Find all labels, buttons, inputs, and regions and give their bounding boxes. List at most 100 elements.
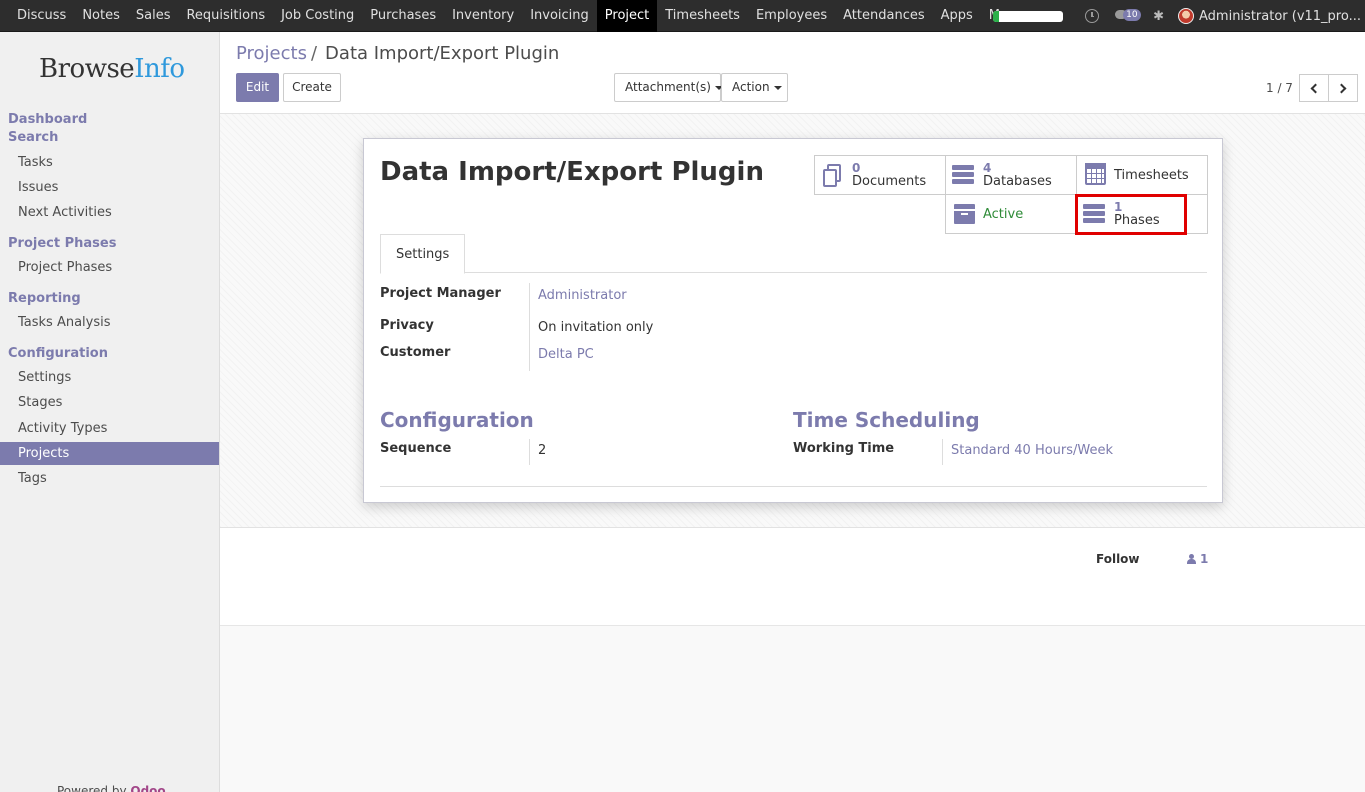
sidebar-item-tasks[interactable]: Tasks: [0, 151, 219, 174]
sidebar-item-project-phases[interactable]: Project Phases: [0, 256, 219, 279]
menu-item-label: Notes: [82, 8, 120, 23]
documents-stat-button[interactable]: 0 Documents: [814, 155, 946, 195]
chat-icon[interactable]: 10: [1115, 8, 1141, 24]
browseinfo-logo[interactable]: BrowseInfo: [39, 54, 185, 84]
menu-item-label: Purchases: [370, 8, 437, 23]
avatar[interactable]: [1178, 8, 1194, 24]
create-button[interactable]: Create: [283, 73, 341, 102]
tab-settings[interactable]: Settings: [380, 234, 466, 274]
customer-value[interactable]: Delta PC: [538, 347, 594, 362]
odoo-link[interactable]: Odoo: [130, 784, 165, 792]
menu-item-sales[interactable]: Sales: [128, 0, 179, 32]
archive-icon: [953, 204, 976, 224]
menu-item-label: Attendances: [843, 8, 925, 23]
databases-count: 4: [983, 161, 992, 175]
menu-item-apps[interactable]: Apps: [933, 0, 981, 32]
databases-stat: 4 Databases: [983, 161, 1052, 189]
menu-item-label: Job Costing: [281, 8, 355, 23]
sequence-value: 2: [538, 443, 547, 458]
databases-stat-button[interactable]: 4 Databases: [945, 155, 1077, 195]
sidebar-section-project-phases[interactable]: Project Phases: [8, 236, 116, 251]
sidebar-section-search[interactable]: Search: [8, 130, 58, 145]
follow-button[interactable]: Follow: [1096, 552, 1140, 566]
phases-stat-button[interactable]: 1 Phases: [1076, 194, 1208, 234]
working-time-label: Working Time: [793, 441, 895, 456]
menu-item-label: Requisitions: [186, 8, 266, 23]
sidebar-item-settings[interactable]: Settings: [0, 366, 219, 389]
active-label: Active: [983, 207, 1024, 222]
systray: 10 ✱ Administrator (v11_pro...: [993, 0, 1365, 32]
followers-button[interactable]: 1: [1187, 552, 1208, 566]
content-background: [220, 626, 1365, 792]
progress-bar[interactable]: [993, 10, 1064, 22]
menu-item-label: Inventory: [452, 8, 515, 23]
sidebar-section-dashboard[interactable]: Dashboard: [8, 112, 87, 127]
progress-fill: [993, 10, 999, 22]
databases-label: Databases: [983, 174, 1052, 189]
main-menu: Discuss Notes Sales Requisitions Job Costing…: [0, 0, 1043, 32]
menu-item-invoicing[interactable]: Invoicing: [522, 0, 597, 32]
sidebar-item-stages[interactable]: Stages: [0, 391, 219, 414]
active-toggle-button[interactable]: Active: [945, 194, 1077, 234]
documents-count: 0: [852, 161, 861, 175]
menu-item-label: Employees: [755, 8, 828, 23]
breadcrumb-projects[interactable]: Projects: [236, 43, 307, 64]
menu-item-notes[interactable]: Notes: [74, 0, 128, 32]
sidebar-item-projects[interactable]: Projects: [0, 442, 219, 465]
timesheets-label: Timesheets: [1114, 168, 1189, 183]
working-time-value[interactable]: Standard 40 Hours/Week: [951, 443, 1113, 458]
privacy-value: On invitation only: [538, 320, 654, 335]
form-sheet: Data Import/Export Plugin 0 Documents 4 Da…: [363, 138, 1223, 503]
caret-down-icon: [773, 85, 782, 90]
chatter: Follow 1: [220, 528, 1365, 626]
pager-previous-button[interactable]: [1299, 74, 1329, 102]
followers-count: 1: [1200, 552, 1209, 566]
timesheets-stat-button[interactable]: Timesheets: [1076, 155, 1208, 195]
calendar-icon: [1085, 163, 1106, 185]
bug-icon[interactable]: ✱: [1153, 9, 1164, 24]
menu-item-job-costing[interactable]: Job Costing: [273, 0, 362, 32]
menu-item-label: Project: [604, 8, 650, 23]
clock-icon[interactable]: [1085, 9, 1100, 23]
phases-count: 1: [1114, 200, 1123, 214]
phases-stat: 1 Phases: [1114, 200, 1160, 228]
action-dropdown[interactable]: Action: [721, 73, 788, 102]
pager-value[interactable]: 1 / 7: [1266, 81, 1293, 95]
sidebar-section-reporting[interactable]: Reporting: [8, 291, 81, 306]
sidebar-item-tags[interactable]: Tags: [0, 467, 219, 490]
control-panel: Projects / Data Import/Export Plugin Edit …: [220, 32, 1365, 114]
sidebar-item-issues[interactable]: Issues: [0, 176, 219, 199]
project-manager-value[interactable]: Administrator: [538, 288, 627, 303]
menu-item-attendances[interactable]: Attendances: [835, 0, 932, 32]
attachments-dropdown[interactable]: Attachment(s): [614, 73, 723, 102]
menu-item-inventory[interactable]: Inventory: [444, 0, 522, 32]
menu-item-project[interactable]: Project: [596, 0, 658, 32]
project-manager-label: Project Manager: [380, 286, 501, 301]
menu-item-timesheets[interactable]: Timesheets: [657, 0, 748, 32]
menu-item-purchases[interactable]: Purchases: [362, 0, 444, 32]
breadcrumb-current: Data Import/Export Plugin: [325, 43, 560, 64]
field-divider: [529, 283, 530, 371]
sidebar: BrowseInfo Dashboard Search Tasks Issues…: [0, 32, 220, 792]
logo-part-info: Info: [134, 54, 185, 84]
menu-item-requisitions[interactable]: Requisitions: [178, 0, 273, 32]
sidebar-item-activity-types[interactable]: Activity Types: [0, 417, 219, 440]
phases-label: Phases: [1114, 213, 1160, 228]
sidebar-item-next-activities[interactable]: Next Activities: [0, 201, 219, 224]
user-menu[interactable]: Administrator (v11_pro...: [1199, 9, 1365, 24]
sidebar-section-configuration[interactable]: Configuration: [8, 346, 108, 361]
sequence-label: Sequence: [380, 441, 452, 456]
logo-part-browse: Browse: [39, 54, 135, 84]
edit-button[interactable]: Edit: [236, 73, 279, 102]
documents-label: Documents: [852, 174, 927, 189]
privacy-label: Privacy: [380, 318, 434, 333]
documents-stat: 0 Documents: [852, 161, 926, 189]
menu-item-label: Timesheets: [665, 8, 740, 23]
pager-next-button[interactable]: [1328, 74, 1358, 102]
notebook-tabs: Settings: [380, 234, 1207, 274]
menu-item-employees[interactable]: Employees: [748, 0, 835, 32]
menu-item-discuss[interactable]: Discuss: [0, 0, 74, 32]
chevron-right-icon: [1336, 83, 1347, 93]
sidebar-item-tasks-analysis[interactable]: Tasks Analysis: [0, 311, 219, 334]
field-divider: [942, 439, 943, 465]
